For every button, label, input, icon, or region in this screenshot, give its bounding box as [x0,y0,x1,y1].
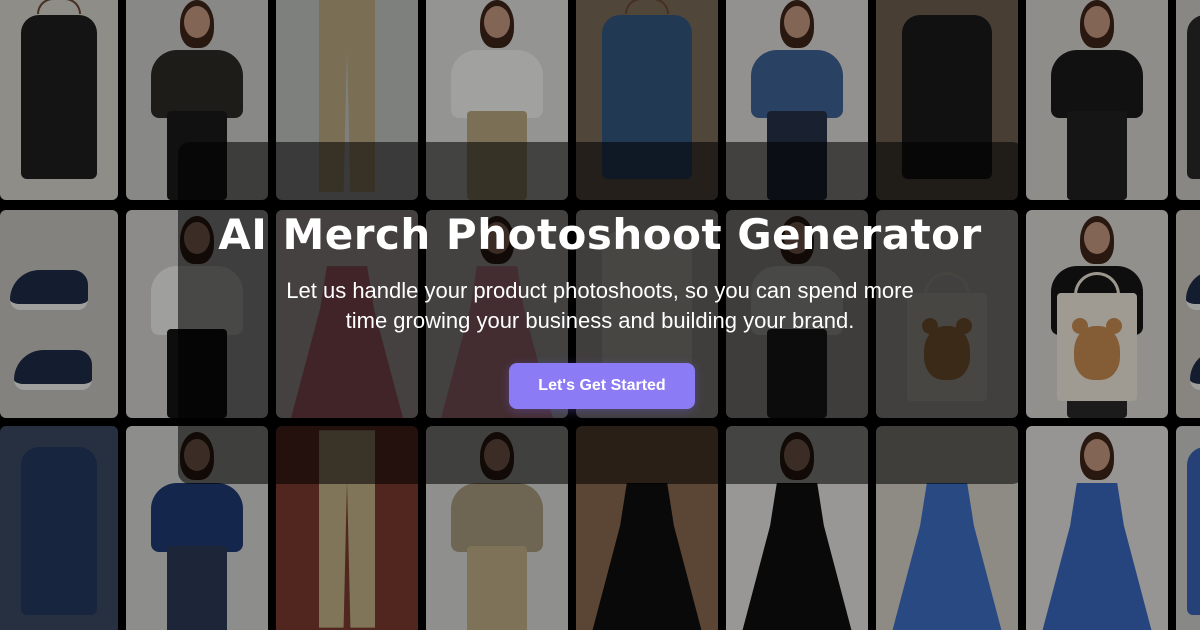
get-started-button[interactable]: Let's Get Started [509,363,695,409]
hero-content-panel [178,142,1024,484]
hero-section: AI Merch Photoshoot Generator Let us han… [0,0,1200,630]
